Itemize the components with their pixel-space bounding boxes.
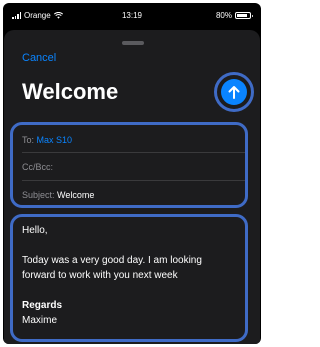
field-divider [22,152,245,153]
header-fields-group: To: Max S10 Cc/Bcc: Subject: Welcome [10,122,248,208]
subject-value[interactable]: Welcome [57,190,94,200]
message-body[interactable]: Hello, Today was a very good day. I am l… [10,214,248,342]
to-field[interactable]: To: Max S10 [22,135,239,145]
body-closing: Regards [22,300,63,311]
arrow-up-icon [228,86,240,99]
to-recipient[interactable]: Max S10 [37,135,73,145]
sheet-grabber[interactable] [122,41,144,45]
subject-label: Subject: [22,190,55,200]
body-line-2: forward to work with you next week [22,270,178,281]
device-screen: Orange 13:19 80% Cancel Welcome To: Max … [3,3,261,344]
cc-bcc-field[interactable]: Cc/Bcc: [22,162,239,172]
cc-bcc-label: Cc/Bcc: [22,162,54,172]
send-button[interactable] [221,79,247,105]
compose-sheet: Cancel Welcome To: Max S10 Cc/Bcc: Subje… [4,30,260,344]
compose-title: Welcome [22,79,119,104]
body-greeting: Hello, [22,225,48,236]
battery-percentage: 80% [215,11,232,20]
to-label: To: [22,135,35,145]
subject-field[interactable]: Subject: Welcome [22,190,239,200]
status-bar: Orange 13:19 80% [3,3,261,25]
status-bar-right: 80% [215,11,253,20]
battery-icon [235,12,253,19]
cancel-button[interactable]: Cancel [22,52,56,64]
body-line-1: Today was a very good day. I am looking [22,255,202,266]
field-divider [22,180,245,181]
body-signature: Maxime [22,315,58,326]
send-button-highlight [214,72,254,112]
